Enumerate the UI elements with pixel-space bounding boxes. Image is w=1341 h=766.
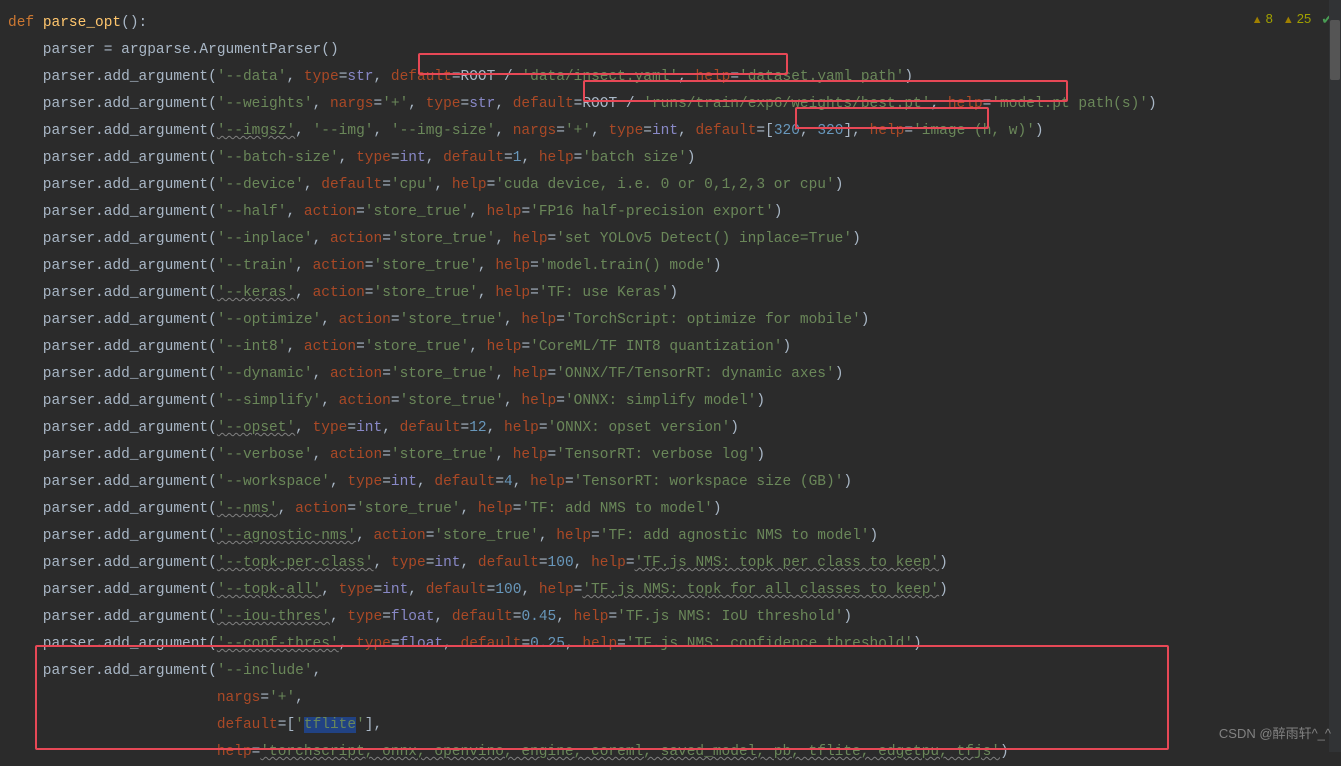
code-line: parser.add_argument('--conf-thres', type… (0, 631, 1341, 658)
code-line: parser.add_argument('--inplace', action=… (0, 226, 1341, 253)
warning-icon: 25 (1283, 7, 1311, 31)
code-line: parser.add_argument('--topk-all', type=i… (0, 577, 1341, 604)
code-line: parser.add_argument('--batch-size', type… (0, 145, 1341, 172)
code-line: parser.add_argument('--include', (0, 658, 1341, 685)
code-line: parser.add_argument('--train', action='s… (0, 253, 1341, 280)
warning-icon: 8 (1252, 7, 1273, 31)
punct: (): (121, 15, 147, 31)
code-line: parser.add_argument('--optimize', action… (0, 307, 1341, 334)
code-line: parser.add_argument('--device', default=… (0, 172, 1341, 199)
code-line: parser.add_argument('--iou-thres', type=… (0, 604, 1341, 631)
code-line: parser.add_argument('--opset', type=int,… (0, 415, 1341, 442)
code-line: parser.add_argument('--workspace', type=… (0, 469, 1341, 496)
keyword-def: def (8, 15, 43, 31)
code-line: parser.add_argument('--weights', nargs='… (0, 91, 1341, 118)
code-line: parser.add_argument('--data', type=str, … (0, 64, 1341, 91)
scrollbar-vertical[interactable] (1329, 0, 1341, 752)
code-line: default=[''tflite'tflite'], (0, 712, 1341, 739)
code-line: parser.add_argument('--dynamic', action=… (0, 361, 1341, 388)
watermark: CSDN @醉雨轩^_^ (1219, 722, 1331, 746)
code-line: parser.add_argument('--agnostic-nms', ac… (0, 523, 1341, 550)
code-line: parser.add_argument('--imgsz', '--img', … (0, 118, 1341, 145)
code-line: parser = argparse.ArgumentParser() (0, 37, 1341, 64)
code-line: nargs='+', (0, 685, 1341, 712)
code-line: parser.add_argument('--int8', action='st… (0, 334, 1341, 361)
code-line: def parse_opt(): (0, 10, 1341, 37)
function-name: parse_opt (43, 15, 121, 31)
code-editor[interactable]: def parse_opt(): parser = argparse.Argum… (0, 0, 1341, 752)
code-line: parser.add_argument('--topk-per-class', … (0, 550, 1341, 577)
code-line: help='torchscript, onnx, openvino, engin… (0, 739, 1341, 766)
code-line: parser.add_argument('--verbose', action=… (0, 442, 1341, 469)
scroll-thumb[interactable] (1330, 20, 1340, 80)
code-line: parser.add_argument('--nms', action='sto… (0, 496, 1341, 523)
code-line: parser.add_argument('--keras', action='s… (0, 280, 1341, 307)
inspection-badges: 8 25 ✔ (1252, 6, 1333, 32)
code-line: parser.add_argument('--half', action='st… (0, 199, 1341, 226)
code-line: parser.add_argument('--simplify', action… (0, 388, 1341, 415)
